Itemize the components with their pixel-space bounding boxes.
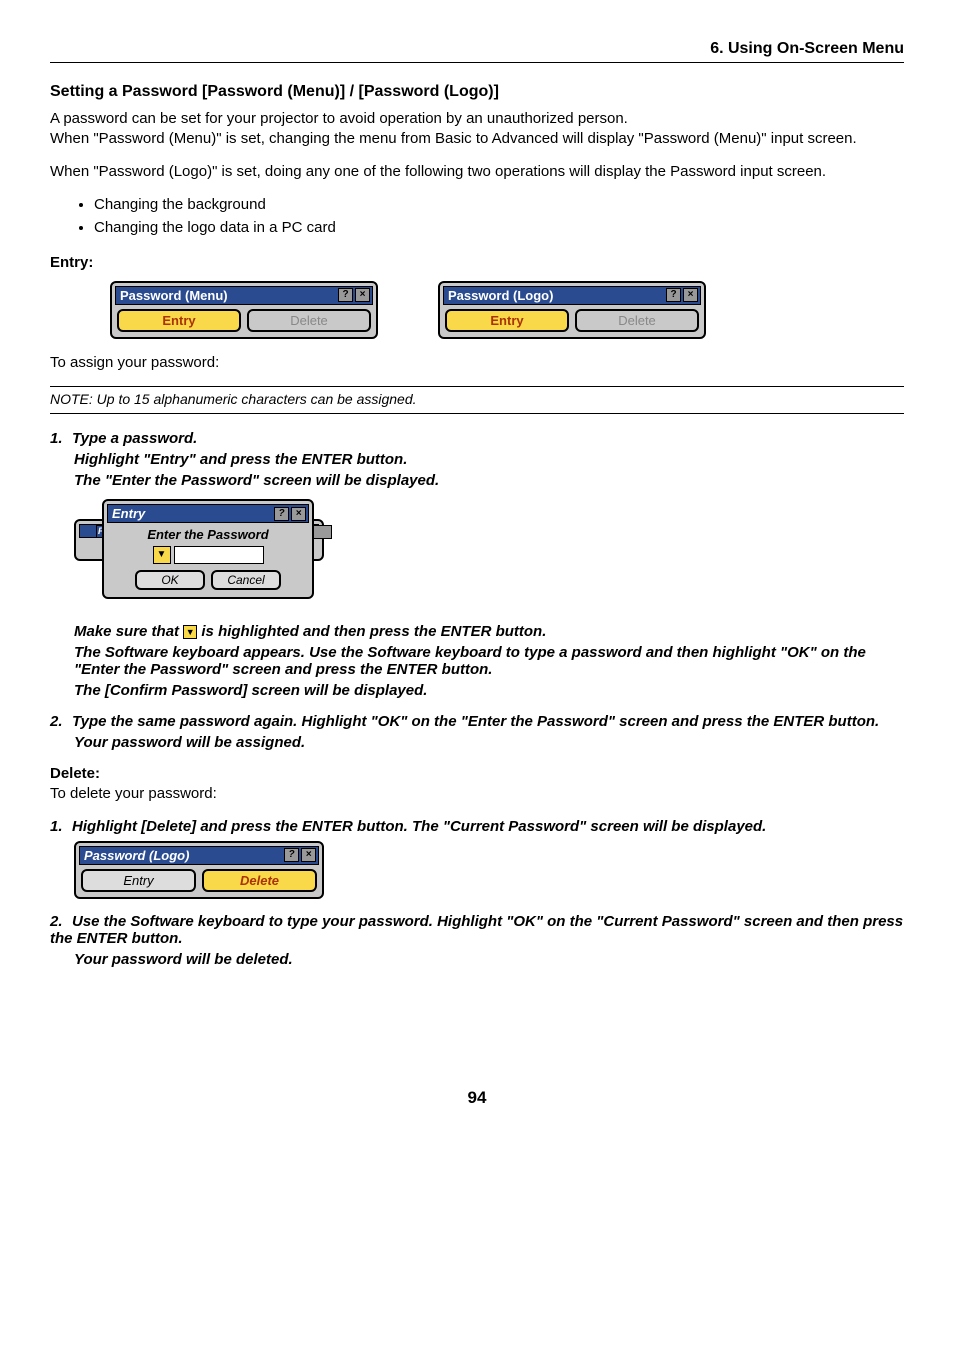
dropdown-icon: ▼ xyxy=(183,625,197,639)
note-text: NOTE: Up to 15 alphanumeric characters c… xyxy=(50,391,417,407)
step-num: 1. xyxy=(50,818,72,835)
entry-button[interactable]: Entry xyxy=(445,309,569,332)
help-icon[interactable]: ? xyxy=(284,848,299,862)
delete-button[interactable]: Delete xyxy=(575,309,699,332)
step1-line4: The Software keyboard appears. Use the S… xyxy=(74,644,904,678)
step1-line2: The "Enter the Password" screen will be … xyxy=(74,472,904,489)
step1-line1: Highlight "Entry" and press the ENTER bu… xyxy=(74,451,904,468)
password-logo-delete-dialog: Password (Logo) ? × Entry Delete xyxy=(74,841,324,899)
delete-button[interactable]: Delete xyxy=(202,869,317,892)
close-icon[interactable]: × xyxy=(355,288,370,302)
dialog-title: Password (Logo) xyxy=(448,288,664,303)
intro-p2: When "Password (Menu)" is set, changing … xyxy=(50,129,904,149)
page-title: Setting a Password [Password (Menu)] / [… xyxy=(50,83,904,101)
close-icon[interactable]: × xyxy=(301,848,316,862)
step1-line5: The [Confirm Password] screen will be di… xyxy=(74,682,904,699)
step-2: 2.Type the same password again. Highligh… xyxy=(50,713,904,751)
step2-line1: Your password will be assigned. xyxy=(74,734,904,751)
delete-button[interactable]: Delete xyxy=(247,309,371,332)
step-num: 2. xyxy=(50,913,72,930)
step-title: Use the Software keyboard to type your p… xyxy=(50,913,903,947)
step-title: Highlight [Delete] and press the ENTER b… xyxy=(72,818,766,835)
entry-screenshot: Pa Entry ? × Enter the Password ▼ xyxy=(74,499,332,609)
password-menu-dialog: Password (Menu) ? × Entry Delete xyxy=(110,281,378,339)
step1-line3: Make sure that ▼ is highlighted and then… xyxy=(74,623,904,640)
bullet-2: Changing the logo data in a PC card xyxy=(94,219,904,236)
bullet-list: Changing the background Changing the log… xyxy=(50,196,904,236)
bullet-1: Changing the background xyxy=(94,196,904,213)
intro-p1: A password can be set for your projector… xyxy=(50,109,904,129)
step-num: 1. xyxy=(50,430,72,447)
password-logo-dialog: Password (Logo) ? × Entry Delete xyxy=(438,281,706,339)
help-icon[interactable]: ? xyxy=(666,288,681,302)
help-icon[interactable]: ? xyxy=(274,507,289,521)
dialog-title: Password (Logo) xyxy=(84,848,282,863)
step-1: 1.Type a password. Highlight "Entry" and… xyxy=(50,430,904,699)
page-number: 94 xyxy=(50,1088,904,1108)
dropdown-icon[interactable]: ▼ xyxy=(153,546,171,564)
delete-intro: To delete your password: xyxy=(50,784,904,804)
cancel-button[interactable]: Cancel xyxy=(211,570,281,590)
password-input[interactable] xyxy=(174,546,264,564)
delete-step2-line: Your password will be deleted. xyxy=(74,951,904,968)
entry-label: Entry: xyxy=(50,254,904,271)
section-header: 6. Using On-Screen Menu xyxy=(50,40,904,63)
assign-text: To assign your password: xyxy=(50,353,904,373)
entry-button[interactable]: Entry xyxy=(117,309,241,332)
entry-dialog-title: Entry xyxy=(112,506,272,521)
entry-button[interactable]: Entry xyxy=(81,869,196,892)
help-icon[interactable]: ? xyxy=(338,288,353,302)
ok-button[interactable]: OK xyxy=(135,570,205,590)
dialog-title: Password (Menu) xyxy=(120,288,336,303)
delete-step-2: 2.Use the Software keyboard to type your… xyxy=(50,913,904,968)
step-title: Type a password. xyxy=(72,430,197,447)
step-num: 2. xyxy=(50,713,72,730)
close-icon[interactable]: × xyxy=(683,288,698,302)
delete-label: Delete: xyxy=(50,765,904,782)
enter-password-label: Enter the Password xyxy=(111,527,305,542)
delete-step-1: 1.Highlight [Delete] and press the ENTER… xyxy=(50,818,904,899)
step-title: Type the same password again. Highlight … xyxy=(72,713,879,730)
close-icon[interactable]: × xyxy=(291,507,306,521)
intro-p3: When "Password (Logo)" is set, doing any… xyxy=(50,162,904,182)
